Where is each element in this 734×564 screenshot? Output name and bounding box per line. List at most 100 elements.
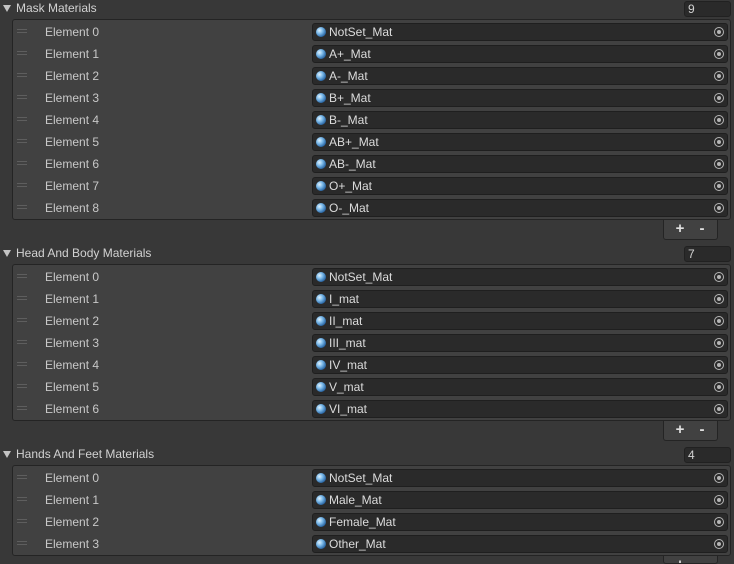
material-object-field[interactable]: II_mat [312,312,728,330]
material-object-field[interactable]: AB-_Mat [312,155,728,173]
object-picker-icon[interactable] [711,401,727,417]
material-name: B+_Mat [329,91,371,105]
drag-handle-icon[interactable] [17,274,27,278]
object-picker-icon[interactable] [711,24,727,40]
drag-handle-icon[interactable] [17,384,27,388]
element-list: Element 0 NotSet_Mat Element 1 Male_Mat Elem… [12,465,731,556]
material-name: NotSet_Mat [329,471,393,485]
drag-handle-icon[interactable] [17,541,27,545]
material-object-field[interactable]: Other_Mat [312,535,728,553]
material-object-field[interactable]: AB+_Mat [312,133,728,151]
material-sphere-icon [316,137,326,147]
object-picker-icon[interactable] [711,335,727,351]
material-object-field[interactable]: NotSet_Mat [312,469,728,487]
drag-handle-icon[interactable] [17,95,27,99]
object-picker-icon[interactable] [711,200,727,216]
material-object-field[interactable]: NotSet_Mat [312,268,728,286]
material-object-field[interactable]: B+_Mat [312,89,728,107]
element-label: Element 3 [45,537,100,551]
object-picker-icon[interactable] [711,90,727,106]
array-size-field[interactable]: 9 [684,1,731,17]
picker-dot [717,520,721,524]
object-picker-icon[interactable] [711,269,727,285]
array-size-field[interactable]: 7 [684,246,731,262]
object-picker-icon[interactable] [711,46,727,62]
object-picker-icon[interactable] [711,470,727,486]
remove-element-button[interactable]: - [692,221,712,237]
material-object-field[interactable]: Male_Mat [312,491,728,509]
element-label: Element 6 [45,402,100,416]
list-item: Element 3 III_mat [13,332,730,354]
drag-handle-icon[interactable] [17,406,27,410]
element-label: Element 3 [45,91,100,105]
drag-handle-icon[interactable] [17,51,27,55]
object-picker-icon[interactable] [711,68,727,84]
add-element-button[interactable]: + [670,221,690,237]
material-object-field[interactable]: NotSet_Mat [312,23,728,41]
material-object-field[interactable]: A+_Mat [312,45,728,63]
foldout-arrow-icon[interactable] [3,451,11,458]
object-picker-icon[interactable] [711,536,727,552]
material-object-field[interactable]: III_mat [312,334,728,352]
drag-handle-icon[interactable] [17,139,27,143]
material-object-field[interactable]: I_mat [312,290,728,308]
material-name: O-_Mat [329,201,370,215]
drag-handle-icon[interactable] [17,340,27,344]
picker-dot [717,162,721,166]
section-header[interactable]: Mask Materials 9 [0,0,734,18]
drag-handle-icon[interactable] [17,497,27,501]
object-picker-icon[interactable] [711,492,727,508]
picker-dot [717,476,721,480]
section-header[interactable]: Head And Body Materials 7 [0,245,734,263]
material-object-field[interactable]: VI_mat [312,400,728,418]
material-name: Male_Mat [329,493,382,507]
object-picker-icon[interactable] [711,313,727,329]
object-picker-icon[interactable] [711,291,727,307]
drag-handle-icon[interactable] [17,519,27,523]
drag-handle-icon[interactable] [17,318,27,322]
drag-handle-icon[interactable] [17,205,27,209]
array-size-field[interactable]: 4 [684,447,731,463]
material-object-field[interactable]: O-_Mat [312,199,728,217]
list-item: Element 8 O-_Mat [13,197,730,219]
list-item: Element 2 Female_Mat [13,511,730,533]
picker-dot [717,206,721,210]
element-list: Element 0 NotSet_Mat Element 1 I_mat Element… [12,264,731,421]
element-label: Element 4 [45,358,100,372]
object-picker-icon[interactable] [711,178,727,194]
material-object-field[interactable]: IV_mat [312,356,728,374]
material-object-field[interactable]: V_mat [312,378,728,396]
material-object-field[interactable]: B-_Mat [312,111,728,129]
list-item: Element 2 II_mat [13,310,730,332]
object-picker-icon[interactable] [711,379,727,395]
object-picker-icon[interactable] [711,156,727,172]
foldout-arrow-icon[interactable] [3,5,11,12]
object-picker-icon[interactable] [711,112,727,128]
material-sphere-icon [316,115,326,125]
add-element-button[interactable]: + [670,557,690,564]
drag-handle-icon[interactable] [17,161,27,165]
foldout-arrow-icon[interactable] [3,250,11,257]
drag-handle-icon[interactable] [17,296,27,300]
drag-handle-icon[interactable] [17,73,27,77]
picker-dot [717,319,721,323]
list-item: Element 0 NotSet_Mat [13,21,730,43]
material-object-field[interactable]: Female_Mat [312,513,728,531]
list-item: Element 0 NotSet_Mat [13,467,730,489]
drag-handle-icon[interactable] [17,183,27,187]
drag-handle-icon[interactable] [17,475,27,479]
add-element-button[interactable]: + [670,422,690,438]
drag-handle-icon[interactable] [17,117,27,121]
material-object-field[interactable]: O+_Mat [312,177,728,195]
drag-handle-icon[interactable] [17,362,27,366]
object-picker-icon[interactable] [711,357,727,373]
drag-handle-icon[interactable] [17,29,27,33]
object-picker-icon[interactable] [711,134,727,150]
material-object-field[interactable]: A-_Mat [312,67,728,85]
section-header[interactable]: Hands And Feet Materials 4 [0,446,734,464]
material-name: IV_mat [329,358,368,372]
remove-element-button[interactable]: - [692,557,712,564]
remove-element-button[interactable]: - [692,422,712,438]
section-title: Hands And Feet Materials [16,447,155,461]
object-picker-icon[interactable] [711,514,727,530]
